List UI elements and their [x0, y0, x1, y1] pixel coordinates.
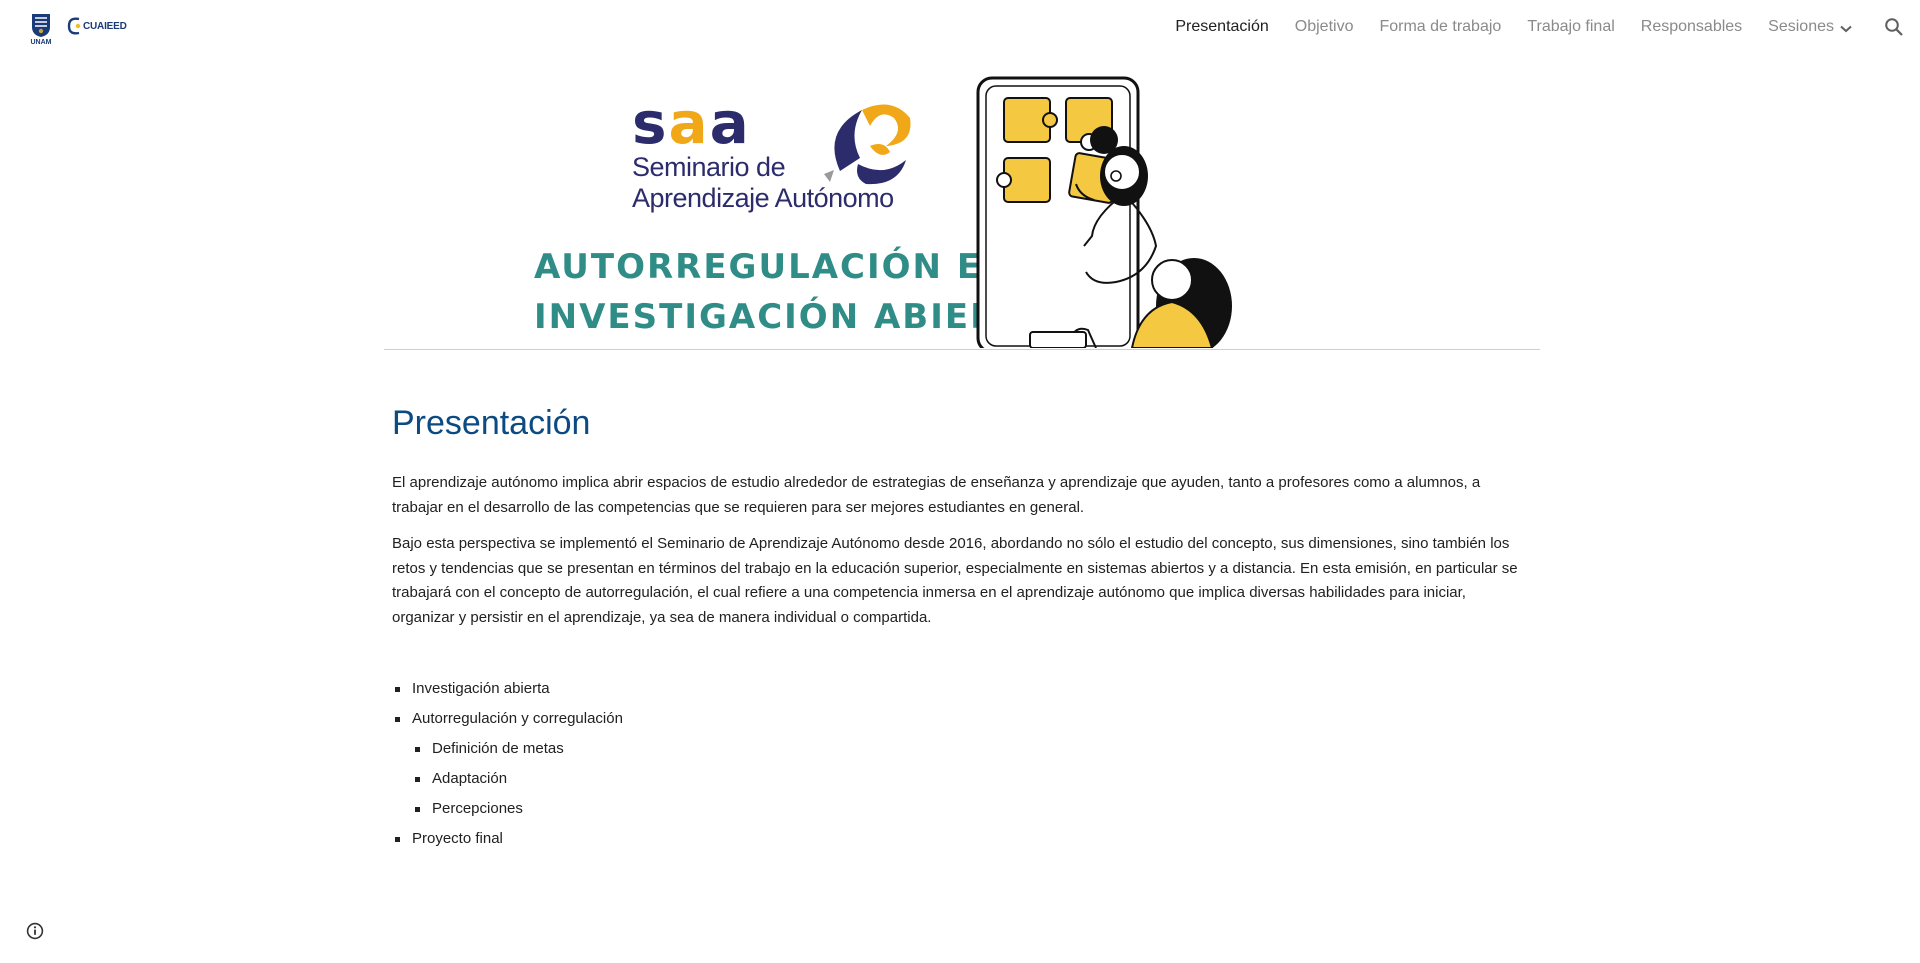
unam-logo-label: UNAM	[30, 39, 52, 46]
nav-item-objetivo[interactable]: Objetivo	[1295, 18, 1354, 36]
site-info-button[interactable]	[26, 922, 44, 945]
nav-item-trabajo-final[interactable]: Trabajo final	[1527, 18, 1614, 36]
intro-paragraph: El aprendizaje autónomo implica abrir es…	[392, 474, 1481, 516]
search-button[interactable]	[1884, 17, 1904, 42]
nav-item-presentacion[interactable]: Presentación	[1175, 18, 1268, 36]
banner-title-line1: AUTORREGULACIÓN E	[534, 247, 983, 287]
subtopic-item: Definición de metas	[412, 734, 1522, 764]
nav-item-sesiones: Sesiones	[1768, 18, 1834, 35]
saa-letter-a2: a	[709, 89, 751, 157]
saa-letter-a: a	[668, 89, 710, 157]
site-logos: UNAM CUAIEED	[30, 12, 127, 46]
unam-shield-icon	[32, 14, 50, 37]
nav-item-forma-de-trabajo[interactable]: Forma de trabajo	[1379, 18, 1501, 36]
info-icon	[26, 922, 44, 940]
cuaed-swirl-icon	[67, 17, 81, 35]
banner-title-line2: INVESTIGACIÓN ABIERTA	[534, 297, 1048, 337]
subtopic-item: Percepciones	[412, 794, 1522, 824]
main-navigation: Presentación Objetivo Forma de trabajo T…	[1149, 18, 1852, 36]
saa-swirl-icon	[824, 104, 911, 185]
cuaed-logo-label: CUAIEED	[83, 20, 127, 32]
banner-title: AUTORREGULACIÓN E INVESTIGACIÓN ABIERTA	[534, 242, 1048, 342]
search-icon	[1885, 18, 1903, 36]
nav-dropdown-sesiones[interactable]: Sesiones	[1768, 18, 1852, 36]
topic-item: Autorregulación y corregulación	[412, 710, 623, 727]
topics-list: Investigación abierta Autorregulación y …	[392, 674, 1522, 854]
header-banner-image: saa Seminario de Aprendizaje Autónomo AU…	[384, 70, 1540, 350]
chevron-down-icon	[1840, 25, 1852, 32]
cuaed-logo[interactable]: CUAIEED	[66, 15, 127, 37]
topic-item: Investigación abierta	[392, 674, 1522, 704]
main-content: Presentación El aprendizaje autónomo imp…	[392, 404, 1522, 854]
topic-item: Proyecto final	[392, 824, 1522, 854]
topic-item-group: Autorregulación y corregulación Definici…	[392, 704, 1522, 824]
nav-item-responsables[interactable]: Responsables	[1641, 18, 1742, 36]
puzzle-illustration	[976, 76, 1232, 348]
perspective-paragraph: Bajo esta perspectiva se implementó el S…	[392, 535, 1518, 626]
top-bar: UNAM CUAIEED Presentación Objetivo Forma…	[0, 0, 1920, 58]
unam-logo[interactable]: UNAM	[30, 12, 52, 46]
page-title: Presentación	[392, 404, 591, 442]
saa-letter-s: s	[632, 89, 669, 157]
subtopics-list: Definición de metas Adaptación Percepcio…	[412, 734, 1522, 824]
subtopic-item: Adaptación	[412, 764, 1522, 794]
